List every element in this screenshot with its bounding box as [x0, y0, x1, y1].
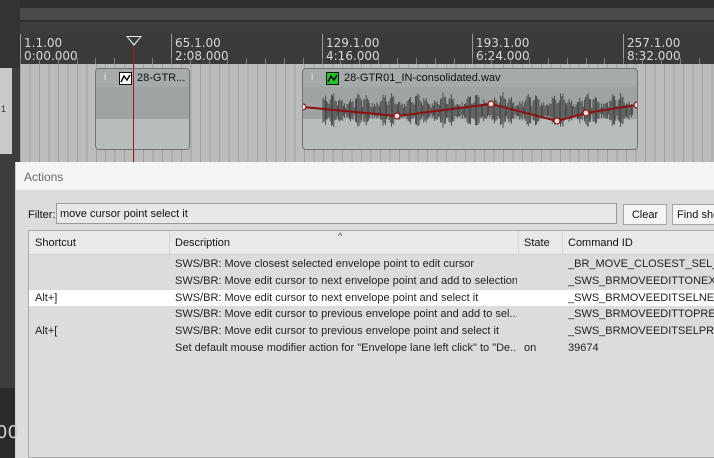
row-description: SWS/BR: Move edit cursor to previous env…: [175, 308, 517, 321]
row-command-id: _BR_MOVE_CLOSEST_SEL_ENV_PT: [568, 258, 714, 270]
filter-label: Filter:: [28, 209, 56, 221]
ruler-time-label: 8:32.000: [627, 49, 681, 63]
track-number: 1: [1, 104, 7, 114]
actions-window[interactable]: Actions Filter: Clear Find shortcut Shor…: [15, 162, 714, 458]
waveform: [303, 92, 638, 128]
envelope-point[interactable]: [582, 109, 590, 117]
ruler-time-label: 4:16.000: [326, 49, 380, 63]
item-lower-area: [96, 119, 189, 149]
row-state: on: [524, 342, 537, 354]
envelope-point[interactable]: [393, 112, 401, 120]
action-row[interactable]: SWS/BR: Move closest selected envelope p…: [29, 256, 714, 272]
ruler-time-label: 6:24.000: [476, 49, 530, 63]
row-command-id: _SWS_BRMOVEEDITTOPREVENVADDSEL: [568, 308, 714, 321]
arrange-view[interactable]: 1.1.00 0:00.000 65.1.00 2:08.000 129.1.0…: [0, 0, 714, 162]
row-description: Set default mouse modifier action for "E…: [175, 342, 517, 354]
envelope-toggle-icon[interactable]: [119, 72, 132, 85]
envelope-point[interactable]: [553, 117, 561, 125]
envelope-point[interactable]: [303, 103, 307, 111]
item-info-icon[interactable]: i: [104, 72, 106, 83]
actions-title-bar[interactable]: Actions: [16, 162, 714, 190]
row-description: SWS/BR: Move edit cursor to next envelop…: [175, 274, 517, 287]
find-shortcut-button[interactable]: Find shortcut: [672, 204, 714, 225]
ruler-bar-label: 193.1.00: [476, 36, 530, 50]
column-shortcut[interactable]: Shortcut: [35, 237, 76, 249]
actions-body: Filter: Clear Find shortcut Shortcut Des…: [16, 190, 714, 458]
ruler-bar-label: 257.1.00: [627, 36, 681, 50]
edit-cursor[interactable]: [133, 42, 134, 162]
media-item-1[interactable]: i 28-GTR...: [95, 68, 190, 150]
column-command-id[interactable]: Command ID: [568, 237, 633, 249]
action-row[interactable]: SWS/BR: Move edit cursor to previous env…: [29, 306, 714, 322]
actions-title: Actions: [24, 170, 64, 184]
column-state[interactable]: State: [524, 237, 550, 249]
track-lane[interactable]: i 28-GTR... i 28-GTR01_IN-consolidated.w…: [20, 64, 714, 162]
envelope-point[interactable]: [633, 101, 638, 109]
ruler-bar-label: 129.1.00: [326, 36, 380, 50]
action-row[interactable]: Set default mouse modifier action for "E…: [29, 340, 714, 356]
track-panel-edge: [0, 0, 20, 68]
filter-input[interactable]: [56, 203, 617, 224]
action-row[interactable]: SWS/BR: Move edit cursor to next envelop…: [29, 273, 714, 289]
media-item-2[interactable]: i 28-GTR01_IN-consolidated.wav: [302, 68, 638, 150]
clear-button[interactable]: Clear: [623, 204, 667, 225]
ruler-time-label: 0:00.000: [24, 49, 78, 63]
row-description: SWS/BR: Move edit cursor to previous env…: [175, 325, 500, 338]
left-panel-gap: [0, 162, 15, 388]
track-control-panel[interactable]: 1: [0, 68, 12, 154]
bottom-left-panel: 00: [0, 388, 19, 458]
column-separator[interactable]: [169, 231, 170, 255]
row-description: SWS/BR: Move closest selected envelope p…: [175, 258, 474, 270]
item-name: 28-GTR...: [137, 72, 186, 84]
row-shortcut: Alt+]: [35, 291, 58, 304]
ruler-bar-label: 1.1.00: [24, 36, 63, 50]
envelope-point[interactable]: [487, 100, 495, 108]
action-row[interactable]: Alt+] SWS/BR: Move edit cursor to next en…: [29, 289, 714, 306]
row-command-id: _SWS_BRMOVEEDITTONEXTENVADDSEL: [568, 274, 714, 287]
playhead-marker-icon[interactable]: [126, 36, 142, 46]
list-header: Shortcut Description ^ State Command ID: [29, 231, 714, 255]
column-description[interactable]: Description: [175, 237, 230, 249]
timeline-ruler[interactable]: 1.1.00 0:00.000 65.1.00 2:08.000 129.1.0…: [20, 34, 714, 64]
row-command-id: 39674: [568, 342, 599, 354]
sort-ascending-icon: ^: [338, 231, 343, 241]
actions-list[interactable]: Shortcut Description ^ State Command ID …: [28, 230, 714, 458]
row-command-id: _SWS_BRMOVEEDITSELPREVENV: [568, 325, 714, 338]
top-scrollbar[interactable]: [20, 8, 714, 20]
bottom-left-text: 00: [0, 422, 19, 443]
row-description: SWS/BR: Move edit cursor to next envelop…: [175, 291, 479, 304]
row-command-id: _SWS_BRMOVEEDITSELNEXTENV: [568, 291, 714, 304]
ruler-bar-label: 65.1.00: [175, 36, 221, 50]
row-shortcut: Alt+[: [35, 325, 58, 338]
action-row[interactable]: Alt+[ SWS/BR: Move edit cursor to previou…: [29, 323, 714, 339]
ruler-time-label: 2:08.000: [175, 49, 229, 63]
column-separator[interactable]: [518, 231, 519, 255]
column-separator[interactable]: [562, 231, 563, 255]
